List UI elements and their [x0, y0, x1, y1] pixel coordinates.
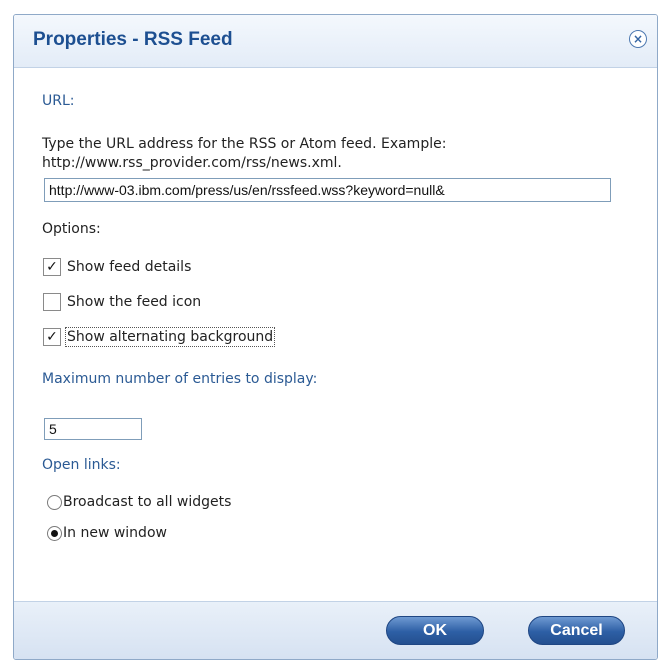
checkbox-box[interactable]: ✓: [43, 328, 61, 346]
max-entries-label: Maximum number of entries to display:: [42, 371, 318, 387]
properties-dialog: Properties - RSS Feed × URL: Type the UR…: [13, 14, 658, 660]
open-links-label: Open links:: [42, 457, 121, 473]
radio-button[interactable]: [47, 526, 62, 541]
ok-button[interactable]: OK: [386, 616, 484, 645]
radio-label: Broadcast to all widgets: [63, 494, 232, 510]
checkbox-label: Show feed details: [67, 259, 192, 275]
radio-label: In new window: [63, 525, 167, 541]
checkbox-label: Show the feed icon: [67, 294, 202, 310]
close-icon[interactable]: ×: [629, 30, 647, 48]
checkbox-box[interactable]: ✓: [43, 258, 61, 276]
checkbox-label: Show alternating background: [64, 327, 276, 347]
checkbox-box[interactable]: [43, 293, 61, 311]
dialog-footer: OK Cancel: [14, 601, 657, 659]
dialog-titlebar: Properties - RSS Feed ×: [14, 15, 657, 68]
radio-button[interactable]: [47, 495, 62, 510]
options-label: Options:: [42, 221, 101, 237]
cancel-button[interactable]: Cancel: [528, 616, 625, 645]
dialog-title: Properties - RSS Feed: [33, 29, 233, 50]
url-input[interactable]: http://www-03.ibm.com/press/us/en/rssfee…: [44, 178, 611, 202]
max-entries-input[interactable]: 5: [44, 418, 142, 440]
radio-selected-dot: [51, 530, 58, 537]
url-description: Type the URL address for the RSS or Atom…: [42, 136, 447, 171]
url-label: URL:: [42, 93, 75, 109]
